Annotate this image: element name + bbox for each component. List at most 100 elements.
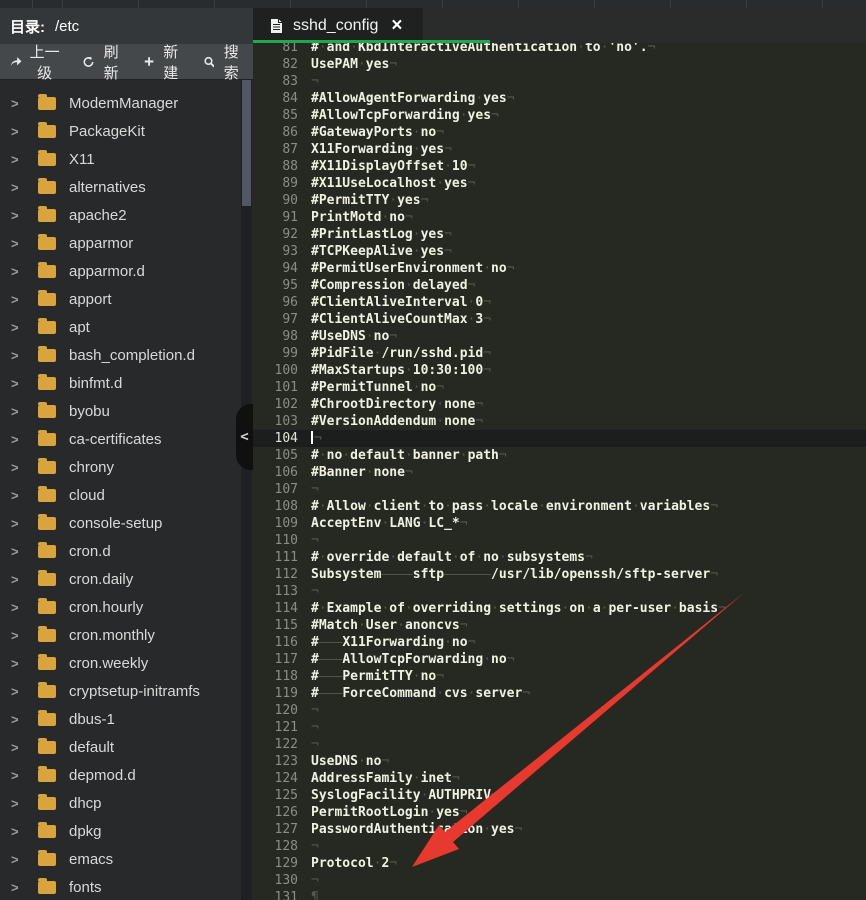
folder-item-depmod.d[interactable]: >depmod.d (0, 761, 241, 789)
folder-item-cron.weekly[interactable]: >cron.weekly (0, 649, 241, 677)
code-line-99[interactable]: 99#PidFile·/run/sshd.pid¬ (253, 345, 866, 362)
code-line-113[interactable]: 113¬ (253, 583, 866, 600)
folder-item-bash_completion.d[interactable]: >bash_completion.d (0, 341, 241, 369)
refresh-button[interactable]: 刷新 (83, 41, 122, 83)
close-tab-icon[interactable]: × (391, 16, 402, 35)
code-line-122[interactable]: 122¬ (253, 736, 866, 753)
code-line-90[interactable]: 90#PermitTTY·yes¬ (253, 192, 866, 209)
code-line-110[interactable]: 110¬ (253, 532, 866, 549)
folder-item-byobu[interactable]: >byobu (0, 397, 241, 425)
tab-sshd-config[interactable]: sshd_config × (253, 8, 423, 43)
folder-item-dhcp[interactable]: >dhcp (0, 789, 241, 817)
code-line-114[interactable]: 114#·Example·of·overriding·settings·on·a… (253, 600, 866, 617)
code-line-115[interactable]: 115#Match·User·anoncvs¬ (253, 617, 866, 634)
code-line-85[interactable]: 85#AllowTcpForwarding·yes¬ (253, 107, 866, 124)
code-area[interactable]: 81#·and·KbdInteractiveAuthentication·to·… (253, 43, 866, 900)
folder-item-apache2[interactable]: >apache2 (0, 201, 241, 229)
code-line-131[interactable]: 131¶ (253, 889, 866, 900)
code-line-130[interactable]: 130¬ (253, 872, 866, 889)
line-text: #AllowTcpForwarding·yes¬ (311, 107, 499, 124)
folder-item-apparmor[interactable]: >apparmor (0, 229, 241, 257)
folder-item-dbus-1[interactable]: >dbus-1 (0, 705, 241, 733)
folder-item-dpkg[interactable]: >dpkg (0, 817, 241, 845)
code-line-91[interactable]: 91PrintMotd·no¬ (253, 209, 866, 226)
code-line-117[interactable]: 117#–––AllowTcpForwarding·no¬ (253, 651, 866, 668)
code-line-89[interactable]: 89#X11UseLocalhost·yes¬ (253, 175, 866, 192)
code-line-125[interactable]: 125SyslogFacility·AUTHPRIV¬ (253, 787, 866, 804)
code-line-106[interactable]: 106#Banner·none¬ (253, 464, 866, 481)
code-line-108[interactable]: 108#·Allow·client·to·pass·locale·environ… (253, 498, 866, 515)
folder-item-chrony[interactable]: >chrony (0, 453, 241, 481)
folder-item-PackageKit[interactable]: >PackageKit (0, 117, 241, 145)
code-line-128[interactable]: 128¬ (253, 838, 866, 855)
line-number: 100 (253, 362, 298, 379)
line-text: ¬ (311, 430, 322, 447)
folder-item-cron.hourly[interactable]: >cron.hourly (0, 593, 241, 621)
folder-item-cron.monthly[interactable]: >cron.monthly (0, 621, 241, 649)
sidebar-scrollbar-thumb[interactable] (242, 80, 251, 206)
code-line-104[interactable]: 104¬ (253, 430, 866, 447)
folder-item-ModemManager[interactable]: >ModemManager (0, 89, 241, 117)
folder-label: dbus-1 (69, 711, 115, 728)
folder-item-fonts[interactable]: >fonts (0, 873, 241, 900)
code-line-86[interactable]: 86#GatewayPorts·no¬ (253, 124, 866, 141)
code-line-120[interactable]: 120¬ (253, 702, 866, 719)
code-line-127[interactable]: 127PasswordAuthentication·yes¬ (253, 821, 866, 838)
folder-item-cloud[interactable]: >cloud (0, 481, 241, 509)
code-line-98[interactable]: 98#UseDNS·no¬ (253, 328, 866, 345)
code-line-96[interactable]: 96#ClientAliveInterval·0¬ (253, 294, 866, 311)
code-line-112[interactable]: 112Subsystem––––sftp––––––/usr/lib/opens… (253, 566, 866, 583)
folder-item-default[interactable]: >default (0, 733, 241, 761)
code-line-121[interactable]: 121¬ (253, 719, 866, 736)
folder-label: ca-certificates (69, 431, 162, 448)
code-line-101[interactable]: 101#PermitTunnel·no¬ (253, 379, 866, 396)
code-line-94[interactable]: 94#PermitUserEnvironment·no¬ (253, 260, 866, 277)
code-line-105[interactable]: 105#·no·default·banner·path¬ (253, 447, 866, 464)
chevron-right-icon: > (11, 460, 25, 475)
chevron-right-icon: > (11, 544, 25, 559)
code-line-100[interactable]: 100#MaxStartups·10:30:100¬ (253, 362, 866, 379)
chevron-right-icon: > (11, 180, 25, 195)
new-button[interactable]: 新建 (144, 41, 183, 83)
line-text: ¬ (311, 736, 319, 753)
code-line-109[interactable]: 109AcceptEnv·LANG·LC_*¬ (253, 515, 866, 532)
code-line-92[interactable]: 92#PrintLastLog·yes¬ (253, 226, 866, 243)
folder-item-cron.daily[interactable]: >cron.daily (0, 565, 241, 593)
search-button[interactable]: 搜索 (204, 41, 243, 83)
folder-item-console-setup[interactable]: >console-setup (0, 509, 241, 537)
code-line-102[interactable]: 102#ChrootDirectory·none¬ (253, 396, 866, 413)
code-line-88[interactable]: 88#X11DisplayOffset·10¬ (253, 158, 866, 175)
code-line-129[interactable]: 129Protocol·2¬ (253, 855, 866, 872)
chevron-right-icon: > (11, 488, 25, 503)
folder-item-cryptsetup-initramfs[interactable]: >cryptsetup-initramfs (0, 677, 241, 705)
code-line-111[interactable]: 111#·override·default·of·no·subsystems¬ (253, 549, 866, 566)
code-line-126[interactable]: 126PermitRootLogin·yes¬ (253, 804, 866, 821)
code-line-81[interactable]: 81#·and·KbdInteractiveAuthentication·to·… (253, 43, 866, 56)
folder-item-apport[interactable]: >apport (0, 285, 241, 313)
code-line-116[interactable]: 116#–––X11Forwarding·no¬ (253, 634, 866, 651)
sidebar-scrollbar[interactable] (241, 80, 252, 900)
folder-item-binfmt.d[interactable]: >binfmt.d (0, 369, 241, 397)
folder-item-cron.d[interactable]: >cron.d (0, 537, 241, 565)
collapse-sidebar-handle[interactable]: < (236, 404, 253, 470)
code-line-83[interactable]: 83¬ (253, 73, 866, 90)
code-line-84[interactable]: 84#AllowAgentForwarding·yes¬ (253, 90, 866, 107)
code-line-118[interactable]: 118#–––PermitTTY·no¬ (253, 668, 866, 685)
code-line-124[interactable]: 124AddressFamily·inet¬ (253, 770, 866, 787)
code-line-107[interactable]: 107¬ (253, 481, 866, 498)
code-line-123[interactable]: 123UseDNS·no¬ (253, 753, 866, 770)
code-line-93[interactable]: 93#TCPKeepAlive·yes¬ (253, 243, 866, 260)
folder-item-X11[interactable]: >X11 (0, 145, 241, 173)
folder-item-ca-certificates[interactable]: >ca-certificates (0, 425, 241, 453)
code-line-103[interactable]: 103#VersionAddendum·none¬ (253, 413, 866, 430)
code-line-95[interactable]: 95#Compression·delayed¬ (253, 277, 866, 294)
folder-item-apparmor.d[interactable]: >apparmor.d (0, 257, 241, 285)
code-line-119[interactable]: 119#–––ForceCommand·cvs·server¬ (253, 685, 866, 702)
folder-item-emacs[interactable]: >emacs (0, 845, 241, 873)
code-line-97[interactable]: 97#ClientAliveCountMax·3¬ (253, 311, 866, 328)
code-line-82[interactable]: 82UsePAM·yes¬ (253, 56, 866, 73)
up-level-button[interactable]: 上一级 (10, 41, 62, 83)
code-line-87[interactable]: 87X11Forwarding·yes¬ (253, 141, 866, 158)
folder-item-alternatives[interactable]: >alternatives (0, 173, 241, 201)
folder-item-apt[interactable]: >apt (0, 313, 241, 341)
